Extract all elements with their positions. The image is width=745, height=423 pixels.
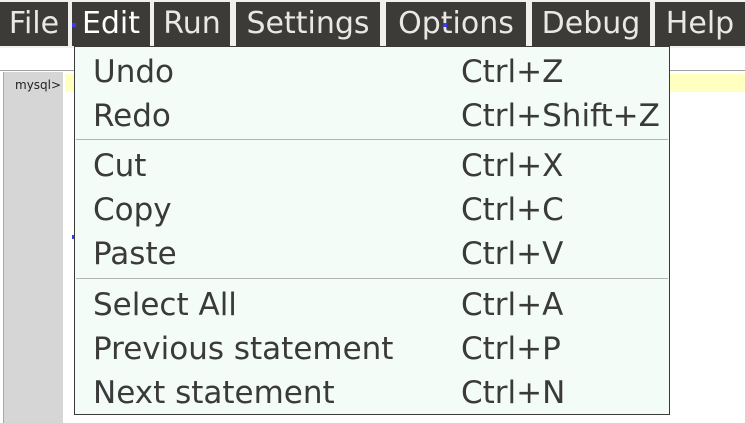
menu-item-next-statement[interactable]: Next statement Ctrl+N — [75, 371, 669, 415]
menu-item-label: Next statement — [93, 375, 335, 411]
menu-options[interactable]: Options — [386, 2, 526, 46]
menu-item-label: Previous statement — [93, 331, 394, 367]
menu-item-shortcut: Ctrl+Z — [461, 54, 564, 90]
menu-item-shortcut: Ctrl+X — [461, 148, 564, 184]
menu-item-shortcut: Ctrl+A — [461, 287, 564, 323]
menu-run[interactable]: Run — [154, 2, 230, 46]
menu-item-shortcut: Ctrl+P — [461, 331, 561, 367]
menu-item-cut[interactable]: Cut Ctrl+X — [75, 144, 669, 188]
menu-item-shortcut: Ctrl+V — [461, 236, 564, 272]
menu-item-select-all[interactable]: Select All Ctrl+A — [75, 283, 669, 327]
menu-item-shortcut: Ctrl+Shift+Z — [461, 98, 660, 134]
menu-item-label: Paste — [93, 236, 177, 272]
menu-item-label: Undo — [93, 54, 174, 90]
menu-item-previous-statement[interactable]: Previous statement Ctrl+P — [75, 327, 669, 371]
selection-marker — [443, 23, 447, 27]
menu-settings[interactable]: Settings — [236, 2, 380, 46]
menu-debug[interactable]: Debug — [532, 2, 650, 46]
menu-file[interactable]: File — [0, 2, 68, 46]
menu-item-label: Cut — [93, 148, 147, 184]
edit-dropdown-menu: Undo Ctrl+Z Redo Ctrl+Shift+Z Cut Ctrl+X… — [74, 46, 670, 415]
menu-item-label: Copy — [93, 192, 172, 228]
menu-item-shortcut: Ctrl+C — [461, 192, 564, 228]
menu-item-shortcut: Ctrl+N — [461, 375, 566, 411]
menu-item-copy[interactable]: Copy Ctrl+C — [75, 188, 669, 232]
mysql-prompt: mysql> — [15, 78, 62, 92]
menu-item-label: Redo — [93, 98, 171, 134]
menu-item-redo[interactable]: Redo Ctrl+Shift+Z — [75, 94, 669, 138]
menu-separator — [76, 278, 668, 279]
menu-bar: File Edit Run Settings Options Debug Hel… — [0, 0, 745, 48]
menu-item-label: Select All — [93, 287, 237, 323]
menu-item-undo[interactable]: Undo Ctrl+Z — [75, 50, 669, 94]
menu-edit[interactable]: Edit — [72, 2, 150, 46]
editor-gutter — [3, 72, 63, 423]
selection-marker — [72, 23, 76, 27]
menu-help[interactable]: Help — [655, 2, 745, 46]
menu-separator — [76, 139, 668, 140]
menu-item-paste[interactable]: Paste Ctrl+V — [75, 232, 669, 276]
